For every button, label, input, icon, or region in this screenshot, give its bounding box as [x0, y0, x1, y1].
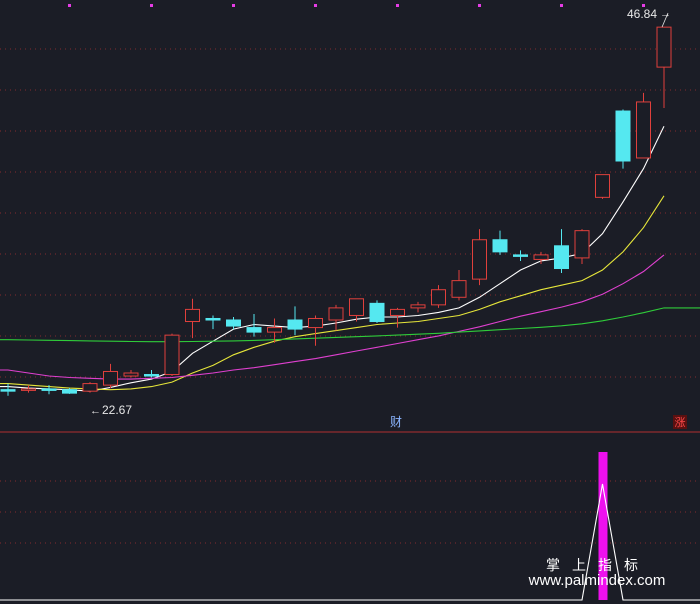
candle[interactable] [369, 300, 385, 324]
candle-body [656, 26, 672, 68]
period-marker [478, 4, 481, 7]
candle-body [328, 307, 344, 321]
candle[interactable] [103, 363, 118, 389]
candle-body [472, 239, 487, 280]
candle-body [369, 302, 385, 323]
candle[interactable] [472, 229, 487, 286]
candle-body [123, 372, 139, 377]
candle[interactable] [656, 26, 672, 108]
candlesticks [0, 26, 672, 396]
candle[interactable] [492, 230, 508, 255]
candle[interactable] [164, 333, 180, 377]
candle-body [267, 327, 282, 333]
candle-body [574, 230, 590, 259]
candle-body [431, 289, 446, 306]
candle-body [0, 389, 16, 392]
low-price-label: 22.67 [102, 403, 132, 417]
candle-body [287, 319, 303, 330]
candle-body [349, 298, 364, 316]
candle[interactable] [0, 383, 16, 396]
watermark: 掌上指标 www.palmindex.com [528, 558, 666, 589]
candle-body [21, 388, 36, 391]
candle[interactable] [636, 92, 651, 159]
candle-body [615, 110, 631, 162]
candle[interactable] [185, 298, 200, 339]
candle-body [164, 334, 180, 376]
high-price-label: 46.84 [627, 7, 657, 21]
candle-body [533, 254, 549, 260]
candle[interactable] [144, 369, 159, 378]
grid-lines [0, 48, 700, 544]
candle-body [185, 308, 200, 323]
candle-body [636, 101, 651, 159]
candle[interactable] [308, 315, 323, 346]
period-marker [314, 4, 317, 7]
candle[interactable] [287, 306, 303, 336]
period-marker [396, 4, 399, 7]
candle-body [554, 245, 569, 270]
moving-average-lines [0, 125, 700, 392]
candle-body [492, 239, 508, 253]
candle-body [103, 370, 118, 386]
candle[interactable] [574, 229, 590, 264]
candle-body [62, 389, 77, 394]
candle[interactable] [410, 301, 426, 313]
candle-body [41, 388, 57, 391]
low-price-arrow: ← [90, 405, 101, 417]
period-marker [150, 4, 153, 7]
candle-body [82, 383, 98, 392]
period-marker [68, 4, 71, 7]
candle[interactable] [431, 285, 446, 308]
candle[interactable] [615, 109, 631, 169]
kline-chart: 46.84 → ← 22.67 财 涨 掌上指标 www.palmindex.c… [0, 4, 700, 601]
candle-body [595, 174, 610, 198]
limit-up-label[interactable]: 涨 [675, 416, 686, 429]
candle-body [451, 280, 467, 298]
candle-body [308, 317, 323, 329]
period-marker [232, 4, 235, 7]
candle[interactable] [328, 304, 344, 331]
ma-mid-line [0, 195, 665, 391]
candle-body [144, 374, 159, 377]
candle[interactable] [82, 382, 98, 393]
finance-label[interactable]: 财 [390, 415, 402, 429]
candle[interactable] [21, 385, 36, 393]
candle[interactable] [123, 369, 139, 378]
period-markers [68, 4, 645, 7]
candle-body [226, 319, 241, 327]
candle[interactable] [226, 316, 241, 330]
candle-body [246, 327, 262, 333]
candle-body [390, 308, 405, 316]
candle[interactable] [554, 229, 569, 274]
candle-body [513, 254, 528, 257]
watermark-url: www.palmindex.com [528, 572, 666, 589]
candle[interactable] [390, 307, 405, 328]
candle[interactable] [205, 315, 221, 330]
candle[interactable] [595, 174, 610, 199]
candle[interactable] [349, 298, 364, 322]
candle[interactable] [451, 270, 467, 301]
period-marker [560, 4, 563, 7]
candle[interactable] [513, 250, 528, 261]
candle-body [205, 317, 221, 321]
candle-body [410, 304, 426, 309]
